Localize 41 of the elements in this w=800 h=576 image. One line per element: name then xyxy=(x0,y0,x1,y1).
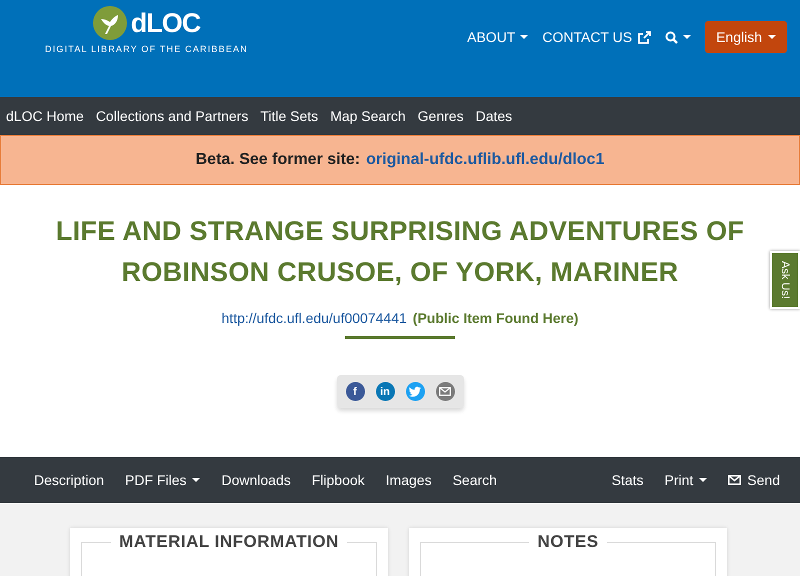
caret-icon xyxy=(520,35,528,39)
caret-icon xyxy=(192,478,200,482)
item-nav-link[interactable]: Flipbook xyxy=(312,472,365,488)
public-item-note: (Public Item Found Here) xyxy=(412,310,578,326)
envelope-icon xyxy=(439,387,451,396)
item-nav-link[interactable]: Description xyxy=(34,472,104,488)
logo-tagline: DIGITAL LIBRARY OF THE CARIBBEAN xyxy=(45,44,248,54)
caret-icon xyxy=(699,478,708,482)
contact-link[interactable]: CONTACT US xyxy=(542,29,652,45)
item-nav-link[interactable]: Downloads xyxy=(221,472,291,488)
about-menu[interactable]: ABOUT xyxy=(467,29,528,45)
twitter-share-button[interactable] xyxy=(406,382,424,401)
ask-us-tab[interactable]: Ask Us! xyxy=(770,251,800,309)
banner-text: Beta. See former site: xyxy=(196,151,360,169)
nav-link[interactable]: Map Search xyxy=(330,108,406,124)
bird-icon xyxy=(409,386,421,397)
item-url-link[interactable]: http://ufdc.ufl.edu/uf00074441 xyxy=(222,310,407,326)
item-nav-link[interactable]: Search xyxy=(452,472,497,488)
linkedin-share-button[interactable]: in xyxy=(376,382,394,401)
nav-link[interactable]: Genres xyxy=(418,108,464,124)
caret-icon xyxy=(683,35,692,39)
former-site-link[interactable]: original-ufdc.uflib.ufl.edu/dloc1 xyxy=(366,151,604,169)
item-nav-link[interactable]: Print xyxy=(664,472,708,488)
nav-link[interactable]: Dates xyxy=(476,108,512,124)
email-share-button[interactable] xyxy=(436,382,454,401)
facebook-share-button[interactable]: f xyxy=(346,382,364,401)
search-icon xyxy=(665,30,678,44)
item-nav-link[interactable]: Images xyxy=(386,472,432,488)
item-nav-link[interactable]: Stats xyxy=(612,472,644,488)
item-nav-link[interactable]: Send xyxy=(728,472,780,488)
logo-text[interactable]: dLOC xyxy=(130,8,200,38)
nav-link[interactable]: Collections and Partners xyxy=(96,108,248,124)
language-button[interactable]: English xyxy=(705,21,787,53)
item-nav-link[interactable]: PDF Files xyxy=(125,472,200,488)
nav-link[interactable]: dLOC Home xyxy=(6,108,84,124)
envelope-icon xyxy=(728,475,742,485)
caret-icon xyxy=(768,35,776,39)
item-title: LIFE AND STRANGE SURPRISING ADVENTURES OF ROBINSON CRUSOE, OF YORK, MARINER xyxy=(54,215,746,289)
external-link-icon xyxy=(637,30,652,44)
search-menu[interactable] xyxy=(665,30,692,44)
nav-link[interactable]: Title Sets xyxy=(260,108,318,124)
